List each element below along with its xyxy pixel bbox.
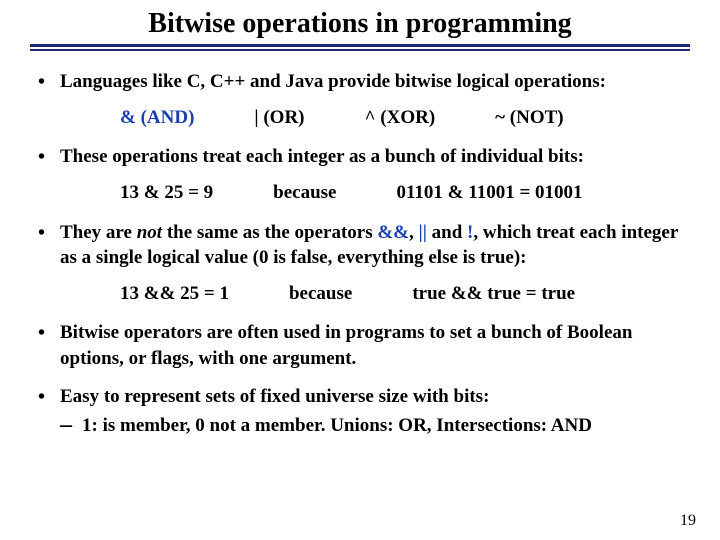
b3-b: the same as the operators: [162, 222, 377, 243]
b3-a: They are: [60, 222, 137, 243]
b3-sep1: ,: [409, 222, 419, 243]
op-or: | (OR): [254, 105, 304, 131]
b3-op1: &&: [377, 222, 409, 243]
slide: Bitwise operations in programming Langua…: [0, 0, 720, 439]
sub-bullet-1-text: 1: is member, 0 not a member. Unions: OR…: [82, 415, 592, 436]
op-and: & (AND): [120, 105, 194, 131]
ex1-mid: because: [273, 180, 336, 206]
bullet-5-text: Easy to represent sets of fixed universe…: [60, 386, 489, 407]
example-2-row: 13 && 25 = 1 because true && true = true: [120, 281, 690, 307]
op-not: ~ (NOT): [495, 105, 563, 131]
sub-list: 1: is member, 0 not a member. Unions: OR…: [60, 413, 690, 439]
bullet-4: Bitwise operators are often used in prog…: [30, 320, 690, 371]
bullet-2-text: These operations treat each integer as a…: [60, 146, 584, 167]
b3-not: not: [137, 222, 162, 243]
bullet-list: Languages like C, C++ and Java provide b…: [30, 69, 690, 439]
ex2-left: 13 && 25 = 1: [120, 281, 229, 307]
bullet-2: These operations treat each integer as a…: [30, 144, 690, 205]
ex2-right: true && true = true: [412, 281, 575, 307]
bullet-3: They are not the same as the operators &…: [30, 220, 690, 307]
example-1-row: 13 & 25 = 9 because 01101 & 11001 = 0100…: [120, 180, 690, 206]
sub-bullet-1: 1: is member, 0 not a member. Unions: OR…: [60, 413, 690, 439]
title-underline: [30, 44, 690, 51]
bullet-5: Easy to represent sets of fixed universe…: [30, 384, 690, 439]
op-xor: ^ (XOR): [365, 105, 436, 131]
operator-row: & (AND) | (OR) ^ (XOR) ~ (NOT): [120, 105, 690, 131]
page-number: 19: [680, 512, 696, 530]
ex1-right: 01101 & 11001 = 01001: [396, 180, 582, 206]
bullet-1-text: Languages like C, C++ and Java provide b…: [60, 71, 606, 92]
b3-op2: ||: [419, 222, 427, 243]
bullet-4-text: Bitwise operators are often used in prog…: [60, 322, 632, 369]
bullet-1: Languages like C, C++ and Java provide b…: [30, 69, 690, 130]
ex2-mid: because: [289, 281, 352, 307]
b3-sep2: and: [427, 222, 467, 243]
slide-title: Bitwise operations in programming: [30, 8, 690, 40]
ex1-left: 13 & 25 = 9: [120, 180, 213, 206]
